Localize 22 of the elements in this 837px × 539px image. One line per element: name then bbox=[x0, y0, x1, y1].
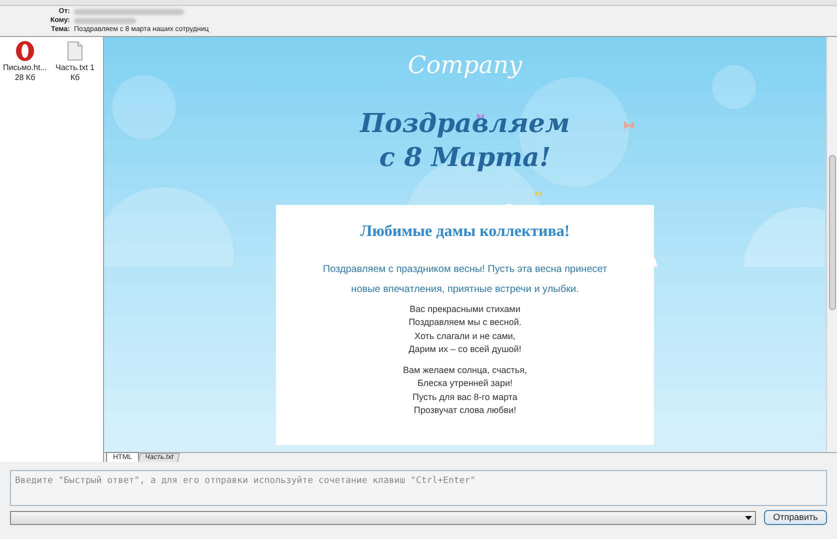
headline-text: Поздравляем bbox=[360, 108, 570, 141]
opera-logo-icon bbox=[15, 40, 35, 62]
poem-line: Вам желаем солнца, счастья, bbox=[403, 364, 527, 378]
poem-line: Хоть слагали и не сами, bbox=[414, 330, 516, 343]
poem-line: Дарим их – со всей душой! bbox=[408, 342, 522, 356]
scrollbar[interactable] bbox=[826, 37, 837, 452]
poem-line: Поздравляем мы с весной. bbox=[408, 316, 522, 330]
quick-reply-field[interactable]: Введите "Быстрый ответ", а для его отправки используйте сочетание клавиш "Ctrl+Enter" bbox=[10, 470, 827, 506]
intro-paragraph: Поздравляем с праздником весны! Пусть эта весна принесет новые впечатления, приятные встречи и улыбки. bbox=[322, 263, 608, 297]
caret-icon bbox=[745, 516, 752, 520]
document-icon bbox=[66, 41, 83, 61]
poem-line: Пусть для вас 8-го марта bbox=[412, 390, 518, 404]
dropdown[interactable] bbox=[10, 510, 756, 524]
poem-line: Блеска утренней зари! bbox=[418, 377, 512, 390]
poem-line: Прозвучат слова любви! bbox=[414, 404, 516, 418]
logo-text: Company bbox=[408, 50, 522, 81]
attachment[interactable]: Письмо.ht... 28 Кб bbox=[3, 39, 47, 83]
poem-line: Вас прекрасными стихами bbox=[410, 303, 520, 316]
attachment[interactable]: Часть.txt 1 Кб bbox=[56, 39, 94, 83]
card-title: Любимые дамы коллектива! bbox=[360, 222, 570, 242]
send-button[interactable]: Отправить bbox=[764, 510, 827, 525]
headline-text: с 8 Марта! bbox=[379, 142, 551, 175]
